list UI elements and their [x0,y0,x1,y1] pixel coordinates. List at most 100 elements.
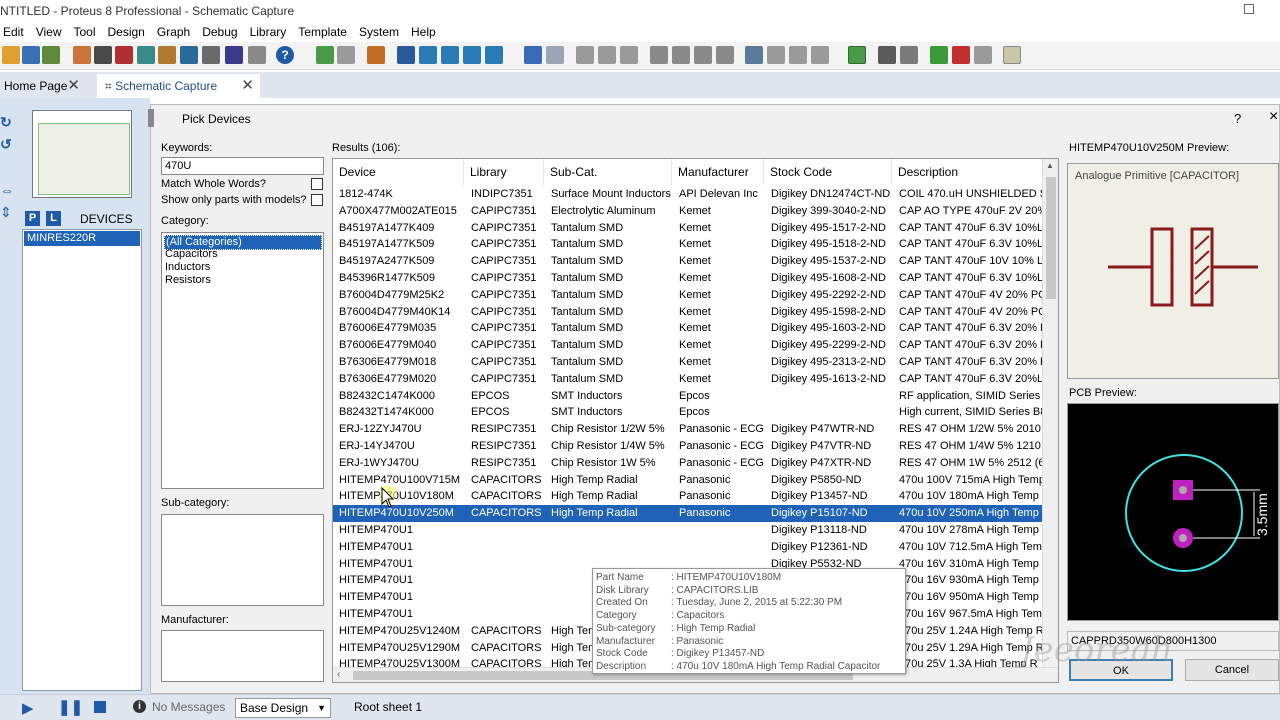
table-row[interactable]: B45197A1477K409 CAPIPC7351 Tantalum SMD Kem… [333,220,1043,237]
table-row[interactable]: 1812-474K INDIPC7351 Surface Mount Inducto… [333,186,1043,203]
table-row[interactable]: B76004D4779M40K14 CAPIPC7351 Tantalum SMD K… [333,304,1043,321]
design-explorer-icon[interactable] [180,46,198,64]
source-code-icon[interactable] [225,46,243,64]
menu-template[interactable]: Template [295,22,356,42]
play-icon[interactable]: ▶ [22,699,34,717]
rotate-cw-icon[interactable]: ↻ [0,114,14,130]
mirror-x-icon[interactable]: ⇔ [0,182,14,198]
messages-status[interactable]: No Messages [152,700,225,714]
copy-icon[interactable] [598,46,616,64]
zoom-all-icon[interactable] [463,46,481,64]
zoom-out-icon[interactable] [441,46,459,64]
table-row[interactable]: ERJ-1WYJ470U RESIPC7351 Chip Resistor 1W 5… [333,455,1043,472]
remove-sheet-icon[interactable] [952,46,970,64]
keywords-input[interactable]: 470U [161,157,324,175]
menu-view[interactable]: View [33,22,71,42]
pcb-icon[interactable] [115,46,133,64]
list-item[interactable]: MINRES220R [24,231,140,246]
table-row[interactable]: B76006E4779M040 CAPIPC7351 Tantalum SMD Kem… [333,337,1043,354]
column-header-description[interactable]: Description [892,159,1044,185]
pause-icon[interactable]: ❚❚ [58,698,83,716]
property-tool-icon[interactable] [900,46,918,64]
undo-icon[interactable] [524,46,542,64]
scroll-up-icon[interactable]: ▲ [1046,161,1054,170]
category-list[interactable]: (All Categories) Capacitors Inductors Re… [161,232,324,489]
library-manager-button[interactable]: L [46,211,61,226]
block-rotate-icon[interactable] [694,46,712,64]
block-copy-icon[interactable] [650,46,668,64]
package-tool-icon[interactable] [789,46,807,64]
open-folder-icon[interactable] [2,46,20,64]
overview-window[interactable] [32,110,132,198]
menu-graph[interactable]: Graph [154,22,199,42]
menu-system[interactable]: System [356,22,408,42]
block-move-icon[interactable] [672,46,690,64]
table-row[interactable]: B76306E4779M018 CAPIPC7351 Tantalum SMD Kem… [333,354,1043,371]
manufacturer-list[interactable] [161,630,324,682]
menu-tool[interactable]: Tool [70,22,104,42]
pan-icon[interactable] [397,46,415,64]
stop-icon[interactable] [94,701,106,713]
table-row[interactable]: B82432T1474K000 EPCOS SMT Inductors Epcos Hi… [333,404,1043,421]
table-row[interactable]: B82432C1474K000 EPCOS SMT Inductors Epcos RF… [333,388,1043,405]
zoom-area-icon[interactable] [485,46,503,64]
import-icon[interactable] [42,46,60,64]
restore-window-icon[interactable] [1244,4,1254,14]
table-row[interactable]: HITEMP470U1 Digikey P12361-ND 470u 10V 712… [333,539,1043,556]
table-row[interactable]: HITEMP470U10V250M CAPACITORS High Temp Rad… [333,505,1043,523]
exit-parent-icon[interactable] [974,46,992,64]
match-whole-words-checkbox[interactable] [311,178,323,190]
new-sheet-icon[interactable] [930,46,948,64]
grid-icon[interactable] [337,46,355,64]
close-button[interactable]: × [1269,108,1278,126]
mirror-y-icon[interactable]: ⇕ [0,204,14,220]
vertical-scrollbar[interactable]: ▲ [1042,159,1058,667]
table-row[interactable]: B76306E4779M020 CAPIPC7351 Tantalum SMD Kem… [333,371,1043,388]
save-icon[interactable] [22,46,40,64]
pick-device-icon[interactable] [745,46,763,64]
device-selector-list[interactable]: MINRES220R [22,229,142,691]
pick-devices-button[interactable]: P [25,211,40,226]
make-device-icon[interactable] [767,46,785,64]
category-resistors[interactable]: Resistors [164,274,322,287]
table-row[interactable]: HITEMP470U1 Digikey P13118-ND 470u 10V 278… [333,522,1043,539]
wire-autorouter-icon[interactable] [848,46,866,64]
table-row[interactable]: ERJ-12ZYJ470U RESIPC7351 Chip Resistor 1/2… [333,421,1043,438]
block-delete-icon[interactable] [716,46,734,64]
zoom-in-icon[interactable] [419,46,437,64]
table-row[interactable]: B76004D4779M25K2 CAPIPC7351 Tantalum SMD Ke… [333,287,1043,304]
home-icon[interactable] [73,46,91,64]
table-row[interactable]: B45197A1477K509 CAPIPC7351 Tantalum SMD Kem… [333,236,1043,253]
scroll-thumb[interactable] [1046,177,1056,299]
column-header-device[interactable]: Device [333,159,464,185]
netlist-icon[interactable] [1003,46,1021,64]
close-icon[interactable]: ✕ [67,74,80,98]
close-icon[interactable]: ✕ [241,74,254,98]
table-row[interactable]: ERJ-14YJ470U RESIPC7351 Chip Resistor 1/4W… [333,438,1043,455]
table-row[interactable]: HITEMP470U10V180M CAPACITORS High Temp Rad… [333,488,1043,505]
menu-library[interactable]: Library [247,22,296,42]
redo-icon[interactable] [546,46,564,64]
show-only-models-checkbox[interactable] [311,194,323,206]
tab-home-page[interactable]: Home Page ✕ [0,74,86,98]
bom-icon[interactable] [202,46,220,64]
cut-icon[interactable] [576,46,594,64]
refresh-icon[interactable] [316,46,334,64]
decompose-icon[interactable] [811,46,829,64]
results-table[interactable]: Device Library Sub-Cat. Manufacturer Sto… [332,158,1059,683]
origin-icon[interactable] [367,46,385,64]
menu-design[interactable]: Design [105,22,154,42]
subcategory-list[interactable] [161,514,324,606]
help-icon[interactable]: ? [276,46,294,64]
category-inductors[interactable]: Inductors [164,261,322,274]
menu-debug[interactable]: Debug [199,22,246,42]
tab-schematic-capture[interactable]: ⌗ Schematic Capture ✕ [97,74,260,98]
report-icon[interactable] [248,46,266,64]
category-capacitors[interactable]: Capacitors [164,248,322,261]
gerber-icon[interactable] [158,46,176,64]
search-tag-icon[interactable] [878,46,896,64]
table-row[interactable]: HITEMP470U100V715M CAPACITORS High Temp Ra… [333,472,1043,489]
schematic-icon[interactable] [94,46,112,64]
3d-viewer-icon[interactable] [137,46,155,64]
column-header-manufacturer[interactable]: Manufacturer [672,159,764,185]
